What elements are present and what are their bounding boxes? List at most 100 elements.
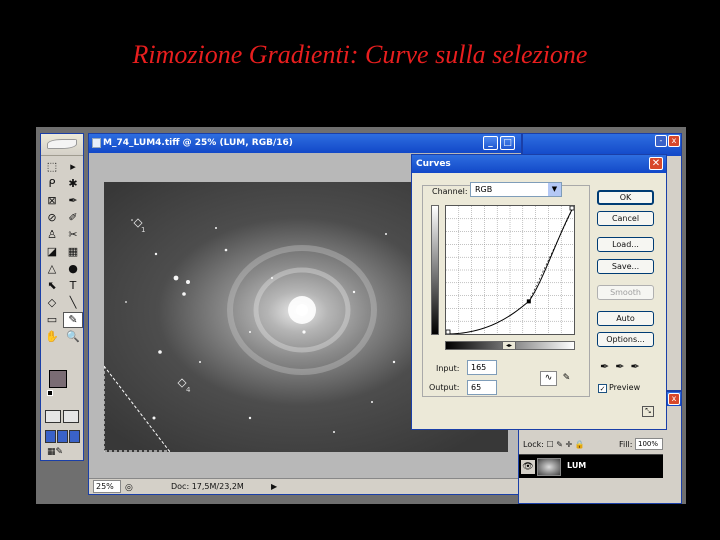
output-gradient-bar bbox=[431, 205, 439, 335]
auto-button[interactable]: Auto bbox=[597, 311, 654, 326]
selection-marquee bbox=[104, 365, 171, 452]
chevron-down-icon[interactable]: ▼ bbox=[548, 183, 561, 196]
curve-endpoint-white[interactable] bbox=[569, 205, 575, 211]
zoom-field[interactable]: 25% bbox=[93, 480, 121, 493]
lock-row: Lock: ☐ ✎ ✛ 🔒 bbox=[523, 440, 585, 449]
layer-name: LUM bbox=[567, 461, 587, 470]
panel-minimize-icon[interactable]: - bbox=[655, 135, 667, 147]
tool-11-icon[interactable]: ▦ bbox=[63, 244, 83, 260]
star-label-4: 4 bbox=[186, 386, 191, 394]
cancel-button[interactable]: Cancel bbox=[597, 211, 654, 226]
output-field[interactable]: 65 bbox=[467, 380, 497, 395]
tool-0-icon[interactable]: ⬚ bbox=[42, 159, 62, 175]
tool-1-icon[interactable]: ▸ bbox=[63, 159, 83, 175]
photoshop-feather-icon bbox=[47, 139, 77, 149]
gray-eyedropper-icon[interactable]: ✒ bbox=[615, 360, 630, 373]
tool-9-icon[interactable]: ✂ bbox=[63, 227, 83, 243]
tool-2-icon[interactable]: ᑭ bbox=[42, 176, 62, 192]
curve-endpoint-black[interactable] bbox=[445, 329, 451, 335]
expand-dialog-icon[interactable]: ⤡ bbox=[642, 406, 654, 417]
save-button[interactable]: Save... bbox=[597, 259, 654, 274]
photoshop-screenshot: ⬚ ▸ ᑭ ✱ ⊠ ✒ ⊘ ✐ ♙ ✂ ◪ ▦ △ ● ⬉ T ◇ ╲ ▭ ✎ ✋ 🔍 ▦✎ M_74_LUM4.tiff… bbox=[36, 127, 686, 504]
minimize-button[interactable]: _ bbox=[483, 136, 498, 150]
navigator-icon[interactable]: ◎ bbox=[125, 480, 133, 496]
tool-6-icon[interactable]: ⊘ bbox=[42, 210, 62, 226]
black-eyedropper-icon[interactable]: ✒ bbox=[600, 360, 615, 373]
curve-tools: ∿ ✎ bbox=[540, 365, 578, 386]
channel-label: Channel: bbox=[432, 187, 468, 196]
fill-field[interactable]: 100% bbox=[635, 438, 663, 450]
preview-checkbox[interactable]: ✓ Preview bbox=[598, 383, 640, 393]
tool-grid: ⬚ ▸ ᑭ ✱ ⊠ ✒ ⊘ ✐ ♙ ✂ ◪ ▦ △ ● ⬉ T ◇ ╲ ▭ ✎ ✋ 🔍 bbox=[41, 156, 83, 348]
ok-button[interactable]: OK bbox=[597, 190, 654, 205]
full-screen-menu-button[interactable] bbox=[57, 430, 68, 443]
screen-mode-buttons bbox=[45, 430, 80, 443]
tool-12-icon[interactable]: △ bbox=[42, 261, 62, 277]
image-window-titlebar[interactable]: M_74_LUM4.tiff @ 25% (LUM, RGB/16) _ □ bbox=[89, 134, 521, 153]
curves-close-icon[interactable]: ✕ bbox=[649, 157, 663, 170]
tool-10-icon[interactable]: ◪ bbox=[42, 244, 62, 260]
curve-svg bbox=[445, 205, 575, 335]
smooth-button: Smooth bbox=[597, 285, 654, 300]
image-window-title: M_74_LUM4.tiff @ 25% (LUM, RGB/16) bbox=[103, 138, 293, 148]
lock-label: Lock: bbox=[523, 440, 544, 449]
output-label: Output: bbox=[429, 383, 460, 392]
navigator-panel-header[interactable]: - x bbox=[523, 134, 681, 156]
standard-mode-button[interactable] bbox=[45, 410, 61, 423]
pencil-tool-icon[interactable]: ✎ bbox=[558, 372, 575, 387]
full-screen-button[interactable] bbox=[69, 430, 80, 443]
foreground-color-swatch[interactable] bbox=[49, 370, 67, 388]
tool-20-icon[interactable]: ✋ bbox=[42, 329, 62, 345]
tool-15-icon[interactable]: T bbox=[63, 278, 83, 294]
quick-mask-buttons bbox=[45, 410, 79, 423]
background-color-swatch[interactable] bbox=[47, 390, 53, 396]
tool-8-icon[interactable]: ♙ bbox=[42, 227, 62, 243]
tool-18-icon[interactable]: ▭ bbox=[42, 312, 62, 328]
options-button[interactable]: Options... bbox=[597, 332, 654, 347]
input-field[interactable]: 165 bbox=[467, 360, 497, 375]
fill-label: Fill: bbox=[619, 440, 633, 449]
input-label: Input: bbox=[436, 364, 460, 373]
tool-19-icon[interactable]: ✎ bbox=[63, 312, 83, 328]
toolbox-panel: ⬚ ▸ ᑭ ✱ ⊠ ✒ ⊘ ✐ ♙ ✂ ◪ ▦ △ ● ⬉ T ◇ ╲ ▭ ✎ ✋ 🔍 ▦✎ bbox=[40, 133, 84, 461]
layer-visibility-eye-icon[interactable]: 👁 bbox=[521, 460, 535, 474]
maximize-button[interactable]: □ bbox=[500, 136, 515, 150]
input-gradient-bar: ◂▸ bbox=[445, 341, 575, 350]
doc-size-info: Doc: 17,5M/23,2M bbox=[171, 482, 244, 491]
tool-13-icon[interactable]: ● bbox=[63, 261, 83, 277]
channel-select[interactable]: RGB ▼ bbox=[470, 182, 562, 197]
curves-titlebar[interactable]: Curves ✕ bbox=[412, 155, 666, 173]
curves-dialog: Curves ✕ Channel: RGB ▼ ◂▸ Input: 165 Ou… bbox=[411, 154, 667, 430]
star-marker-4 bbox=[177, 378, 187, 388]
load-button[interactable]: Load... bbox=[597, 237, 654, 252]
layer-row[interactable]: 👁 LUM bbox=[519, 454, 663, 478]
curve-point-tool-icon[interactable]: ∿ bbox=[540, 371, 557, 386]
tool-16-icon[interactable]: ◇ bbox=[42, 295, 62, 311]
toolbox-header bbox=[41, 134, 83, 156]
star-label-1: 1 bbox=[141, 226, 145, 234]
eyedropper-group: ✒✒✒ bbox=[600, 360, 646, 373]
standard-screen-button[interactable] bbox=[45, 430, 56, 443]
tool-14-icon[interactable]: ⬉ bbox=[42, 278, 62, 294]
layer-thumbnail bbox=[537, 458, 561, 476]
quick-mask-button[interactable] bbox=[63, 410, 79, 423]
tool-4-icon[interactable]: ⊠ bbox=[42, 193, 62, 209]
curve-graph[interactable] bbox=[445, 205, 575, 335]
jump-to-imageready-icon[interactable]: ▦✎ bbox=[47, 447, 77, 459]
layers-close-icon[interactable]: x bbox=[668, 393, 680, 405]
gradient-toggle-icon[interactable]: ◂▸ bbox=[502, 341, 516, 350]
slide-title: Rimozione Gradienti: Curve sulla selezio… bbox=[132, 40, 588, 69]
tool-17-icon[interactable]: ╲ bbox=[63, 295, 83, 311]
image-statusbar: 25% ◎ Doc: 17,5M/23,2M ▶ bbox=[89, 478, 521, 494]
panel-close-icon[interactable]: x bbox=[668, 135, 680, 147]
tool-21-icon[interactable]: 🔍 bbox=[63, 329, 83, 345]
white-eyedropper-icon[interactable]: ✒ bbox=[630, 360, 645, 373]
tool-5-icon[interactable]: ✒ bbox=[63, 193, 83, 209]
lock-all-icon[interactable]: 🔒 bbox=[575, 440, 585, 449]
curve-point[interactable] bbox=[526, 299, 531, 304]
tool-3-icon[interactable]: ✱ bbox=[63, 176, 83, 192]
tool-7-icon[interactable]: ✐ bbox=[63, 210, 83, 226]
curve-grid bbox=[446, 206, 574, 334]
status-menu-arrow-icon[interactable]: ▶ bbox=[271, 479, 277, 495]
preview-check-icon[interactable]: ✓ bbox=[598, 384, 607, 393]
